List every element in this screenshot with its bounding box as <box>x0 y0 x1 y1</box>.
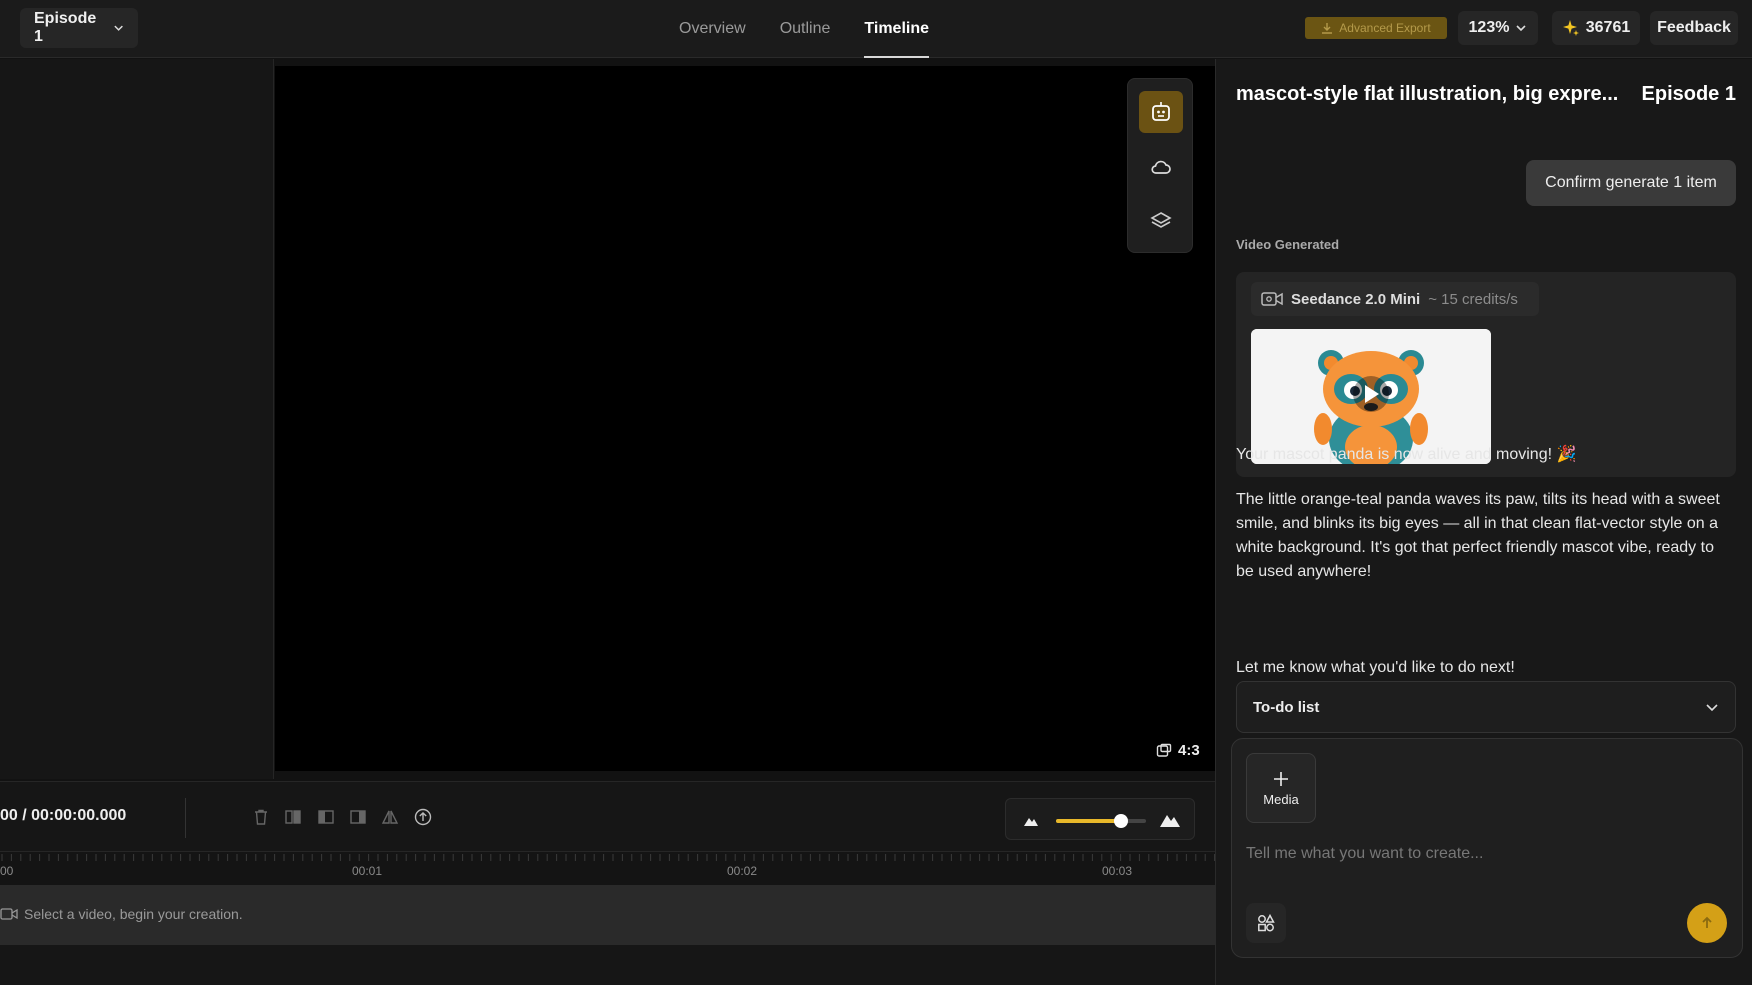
video-track[interactable]: Select a video, begin your creation. <box>0 885 1215 945</box>
chat-title: mascot-style flat illustration, big expr… <box>1236 83 1736 106</box>
chat-message: Your mascot panda is now alive and movin… <box>1236 446 1577 463</box>
model-name: Seedance 2.0 Mini <box>1291 290 1421 308</box>
send-button[interactable] <box>1687 903 1727 943</box>
timeline-zoom <box>1005 798 1195 840</box>
ruler-ticks <box>1 854 1215 861</box>
cloud-tool[interactable] <box>1139 146 1183 188</box>
tab-outline[interactable]: Outline <box>763 0 848 58</box>
video-camera-icon <box>1261 292 1283 306</box>
episode-select-label: Episode 1 <box>34 10 97 45</box>
timeline-controls: 00 / 00:00:00.000 <box>0 781 1215 851</box>
timeline-zoom-slider[interactable] <box>1056 814 1146 828</box>
chevron-down-icon <box>1516 25 1527 32</box>
feedback-button[interactable]: Feedback <box>1650 11 1738 45</box>
zoom-select[interactable]: 123% <box>1458 11 1538 45</box>
divider <box>185 798 186 838</box>
ruler-label: 00:01 <box>352 864 383 878</box>
advanced-export-label: Advanced Export <box>1339 21 1431 35</box>
todo-list-label: To-do list <box>1253 698 1320 716</box>
download-icon <box>1322 23 1333 34</box>
timeline-zoom-fill <box>1056 819 1121 823</box>
track-hint-text: Select a video, begin your creation. <box>24 906 243 922</box>
timecode: 00 / 00:00:00.000 <box>0 807 127 824</box>
aspect-ratio-button[interactable]: 4:3 <box>1156 742 1200 759</box>
chat-message: Let me know what you'd like to do next! <box>1236 659 1515 676</box>
tab-timeline[interactable]: Timeline <box>847 0 946 58</box>
layers-tool[interactable] <box>1139 200 1183 242</box>
aspect-ratio-value: 4:3 <box>1178 742 1200 759</box>
split-icon[interactable] <box>284 808 302 826</box>
add-media-button[interactable]: Media <box>1246 753 1316 823</box>
prompt-composer: Media <box>1231 738 1743 958</box>
zoom-out-icon[interactable] <box>1023 813 1039 827</box>
chevron-down-icon <box>1706 704 1718 712</box>
cloud-icon <box>1151 160 1171 174</box>
main-nav: Overview Outline Timeline <box>662 0 946 58</box>
trim-left-icon[interactable] <box>317 808 335 826</box>
model-chip: Seedance 2.0 Mini ~ 15 credits/s <box>1251 282 1539 316</box>
credits-display[interactable]: 36761 <box>1552 11 1640 45</box>
trim-right-icon[interactable] <box>349 808 367 826</box>
video-generated-label: Video Generated <box>1236 237 1340 252</box>
advanced-export-button[interactable]: Advanced Export <box>1305 17 1447 39</box>
video-camera-icon <box>0 908 18 920</box>
app: Episode 1 Overview Outline Timeline Adva… <box>0 0 1752 985</box>
zoom-in-icon[interactable] <box>1159 810 1181 828</box>
chat-panel: mascot-style flat illustration, big expr… <box>1215 59 1752 985</box>
chat-title-text: mascot-style flat illustration, big expr… <box>1236 83 1619 105</box>
ruler-label: 00 <box>0 864 14 878</box>
robot-icon <box>1152 102 1170 121</box>
timeline-ruler[interactable]: 00 00:01 00:02 00:03 <box>0 851 1215 885</box>
ruler-label: 00:02 <box>727 864 758 878</box>
video-preview <box>275 66 1215 771</box>
chat-message: The little orange-teal panda waves its p… <box>1236 491 1720 580</box>
credits-value: 36761 <box>1585 19 1631 36</box>
tools-button[interactable] <box>1246 903 1286 943</box>
chat-title-episode: Episode 1 <box>1641 83 1736 105</box>
tab-overview[interactable]: Overview <box>662 0 763 58</box>
todo-list-toggle[interactable]: To-do list <box>1236 681 1736 733</box>
aspect-ratio-icon <box>1156 743 1172 757</box>
ai-assistant-tool[interactable] <box>1139 91 1183 133</box>
upload-circle-icon[interactable] <box>414 808 432 826</box>
timeline-empty-area <box>0 945 1215 985</box>
track-hint: Select a video, begin your creation. <box>0 906 243 922</box>
zoom-value: 123% <box>1468 19 1510 36</box>
shapes-icon <box>1258 913 1275 932</box>
sparkle-icon <box>1562 20 1579 36</box>
model-credits: ~ 15 credits/s <box>1428 290 1518 308</box>
add-media-label: Media <box>1263 791 1299 807</box>
delete-icon[interactable] <box>252 808 270 826</box>
prompt-input[interactable] <box>1246 839 1726 869</box>
chevron-down-icon <box>114 25 123 31</box>
confirm-generate-button[interactable]: Confirm generate 1 item <box>1526 160 1736 206</box>
mirror-icon[interactable] <box>381 808 399 826</box>
layers-icon <box>1150 212 1172 228</box>
arrow-up-icon <box>1702 916 1712 928</box>
timeline-zoom-knob[interactable] <box>1113 814 1128 828</box>
episode-select[interactable]: Episode 1 <box>20 8 138 48</box>
left-panel <box>0 59 274 779</box>
ruler-label: 00:03 <box>1102 864 1133 878</box>
plus-icon <box>1274 771 1288 786</box>
preview-toolbar <box>1127 78 1193 253</box>
top-bar: Episode 1 Overview Outline Timeline Adva… <box>0 0 1752 58</box>
